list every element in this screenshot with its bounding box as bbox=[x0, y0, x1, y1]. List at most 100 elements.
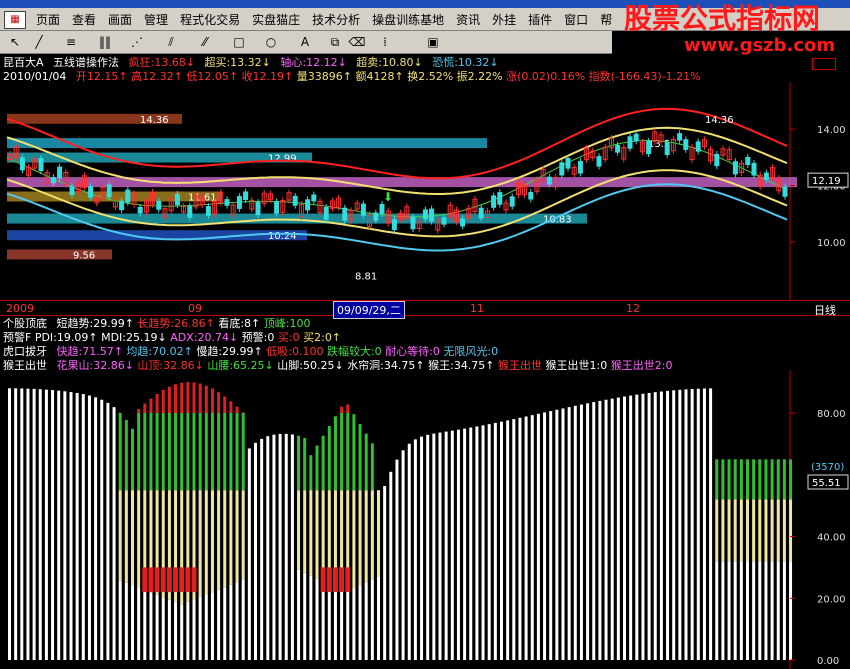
indicator-bar bbox=[154, 567, 160, 593]
menu-items: 页面 查看 画面 管理 程式化交易 实盘猫庄 技术分析 操盘训练基地 资讯 外挂 插件 窗口帮 bbox=[30, 10, 618, 30]
date-label: 12 bbox=[626, 302, 640, 315]
indicator-bar bbox=[112, 407, 116, 660]
indicator-bar bbox=[333, 587, 337, 660]
indicator-bar bbox=[235, 582, 239, 660]
support-band bbox=[7, 213, 587, 224]
indicator-bar bbox=[160, 567, 166, 593]
indicator-bar bbox=[758, 561, 762, 660]
menu-item[interactable]: 帮 bbox=[594, 10, 618, 30]
indicator-bar bbox=[63, 391, 67, 660]
indicator-bar bbox=[241, 413, 245, 491]
monkey-king-indicator-chart[interactable]: 80.00 40.00 20.00 0.00 (3570) 55.51 bbox=[0, 370, 850, 669]
candlestick bbox=[460, 218, 466, 227]
indicator-bar bbox=[315, 445, 319, 491]
menu-item[interactable]: 插件 bbox=[522, 10, 558, 30]
indicator-bar bbox=[204, 594, 208, 660]
indicator-bar bbox=[629, 395, 633, 660]
indicator-bar bbox=[87, 395, 91, 660]
save-icon[interactable]: ▣ bbox=[424, 34, 442, 50]
rectangle-icon[interactable]: □ bbox=[230, 34, 248, 50]
indicator-bar bbox=[174, 413, 178, 491]
indicator-bar bbox=[764, 561, 768, 660]
indicator-bar bbox=[493, 422, 497, 660]
indicator-bar bbox=[739, 459, 743, 500]
indicator-bar bbox=[370, 443, 374, 491]
candlestick bbox=[311, 194, 317, 202]
indicator-bar bbox=[327, 584, 331, 660]
channel-icon[interactable]: ⫽ bbox=[162, 34, 180, 50]
indicator-bar bbox=[659, 391, 663, 660]
indicator-bar bbox=[573, 405, 577, 660]
indicator-bar bbox=[143, 589, 147, 660]
indicator-bar bbox=[320, 567, 326, 593]
indicator-bar bbox=[297, 435, 301, 491]
parallel-icon[interactable]: ⁄⁄ bbox=[196, 34, 214, 50]
indicator-bar bbox=[782, 459, 786, 500]
indicator-bar bbox=[241, 412, 245, 413]
price-chart[interactable]: 14.3612.9911.6110.249.5610.8313.514.0012… bbox=[0, 82, 850, 300]
fan-icon[interactable]: ⋰ bbox=[128, 34, 146, 50]
copy-icon[interactable]: ⧉ bbox=[326, 34, 344, 50]
erase-icon[interactable]: ⌫ bbox=[348, 34, 366, 50]
indicator-bar bbox=[752, 459, 756, 500]
colors-icon[interactable]: ⁞ bbox=[376, 34, 394, 50]
menu-item[interactable]: 窗口 bbox=[558, 10, 594, 30]
indicator-bar bbox=[191, 567, 197, 593]
ohlc-info-line: 2010/01/04 开12.15↑ 高12.32↑ 低12.05↑ 收12.1… bbox=[3, 68, 701, 83]
indicator-bar bbox=[94, 397, 98, 660]
menu-item[interactable]: 查看 bbox=[66, 10, 102, 30]
indicator-bar bbox=[297, 569, 301, 660]
indicator-bar bbox=[124, 419, 128, 491]
bars-icon[interactable]: ‖‖ bbox=[96, 34, 114, 50]
indicator-bar bbox=[235, 406, 239, 413]
indicator-bar bbox=[32, 388, 36, 660]
indicator-bar bbox=[383, 485, 387, 660]
support-band bbox=[7, 249, 112, 260]
band-label: 14.36 bbox=[140, 115, 169, 126]
indicator-icon[interactable]: ≡ bbox=[62, 34, 80, 50]
indicator-bar bbox=[770, 459, 774, 500]
indicator-bar bbox=[198, 596, 202, 660]
menu-item[interactable]: 画面 bbox=[102, 10, 138, 30]
menu-item[interactable]: 程式化交易 bbox=[174, 10, 246, 30]
candlestick bbox=[156, 200, 162, 210]
y-tick-label: 0.00 bbox=[817, 656, 839, 667]
indicator-bar bbox=[186, 601, 190, 660]
indicator-bar bbox=[647, 392, 651, 660]
menu-item[interactable]: 技术分析 bbox=[306, 10, 366, 30]
indicator-bar bbox=[155, 393, 159, 413]
ellipse-icon[interactable]: ○ bbox=[262, 34, 280, 50]
indicator-bar bbox=[166, 567, 172, 593]
indicator-bar bbox=[340, 413, 344, 491]
draw-line-icon[interactable]: ╱ bbox=[30, 34, 48, 50]
menu-item[interactable]: 页面 bbox=[30, 10, 66, 30]
indicator-bar bbox=[186, 382, 190, 413]
indicator-bar bbox=[364, 582, 368, 660]
indicator-bar bbox=[598, 400, 602, 660]
indicator-bar bbox=[180, 382, 184, 413]
window-scroll-button[interactable] bbox=[812, 58, 836, 70]
menu-item[interactable]: 资讯 bbox=[450, 10, 486, 30]
text-icon[interactable]: A bbox=[296, 34, 314, 50]
indicator-bar bbox=[752, 499, 756, 562]
candlestick bbox=[119, 200, 125, 211]
candlestick bbox=[782, 186, 788, 197]
indicator-bar bbox=[217, 490, 221, 590]
indicator-bar bbox=[746, 459, 749, 500]
cursor-icon[interactable]: ↖ bbox=[6, 34, 24, 50]
candlestick bbox=[664, 142, 670, 156]
menu-item[interactable]: 管理 bbox=[138, 10, 174, 30]
indicator-bar bbox=[672, 390, 676, 660]
menu-item[interactable]: 实盘猫庄 bbox=[246, 10, 306, 30]
y-tick-label: 80.00 bbox=[817, 409, 846, 420]
indicator-bar bbox=[223, 490, 227, 588]
indicator-bar bbox=[241, 490, 245, 580]
indicator-bar bbox=[352, 588, 356, 660]
candlestick bbox=[57, 166, 63, 179]
candlestick bbox=[751, 162, 757, 176]
menu-item[interactable]: 外挂 bbox=[486, 10, 522, 30]
period-label[interactable]: 日线 bbox=[814, 302, 836, 318]
indicator-bar bbox=[420, 436, 424, 660]
menu-item[interactable]: 操盘训练基地 bbox=[366, 10, 450, 30]
indicator-bar bbox=[155, 594, 159, 660]
